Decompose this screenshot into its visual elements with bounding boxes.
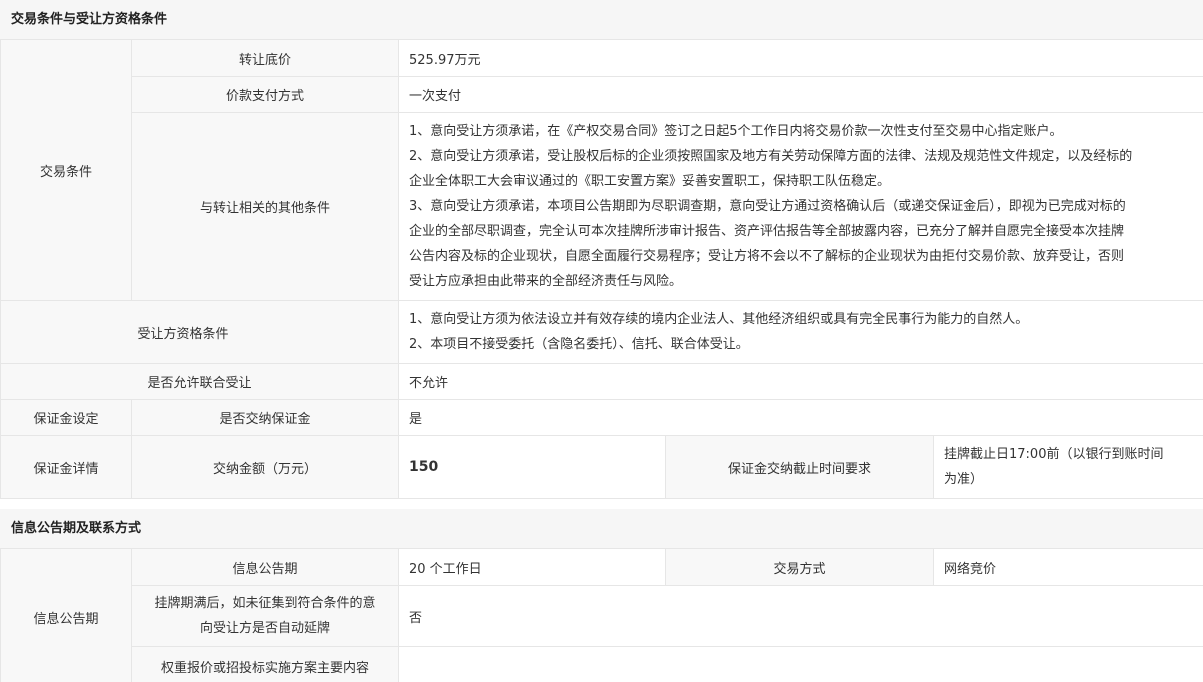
payment-method-label: 价款支付方式 [131,76,399,113]
other-conditions-value: 1、意向受让方须承诺，在《产权交易合同》签订之日起5个工作日内将交易价款一次性支… [397,112,1203,301]
other-conditions-label: 与转让相关的其他条件 [131,112,399,301]
other-conditions-line: 3、意向受让方须承诺，本项目公告期即为尽职调查期，意向受让方通过资格确认后（或递… [409,199,1126,214]
trade-method-label: 交易方式 [665,548,934,586]
section-title-notice: 信息公告期及联系方式 [0,509,1203,548]
other-conditions-line: 企业的全部尽职调查，完全认可本次挂牌所涉审计报告、资产评估报告等全部披露内容，已… [409,224,1125,239]
deposit-deadline-line: 挂牌截止日17:00前（以银行到账时间 [944,447,1164,462]
qualification-label: 受让方资格条件 [0,300,399,364]
other-conditions-line: 企业全体职工大会审议通过的《职工安置方案》妥善安置职工，保持职工队伍稳定。 [409,174,891,189]
notice-period-label: 信息公告期 [131,548,399,586]
trade-method-value: 网络竞价 [933,548,1203,586]
other-conditions-line: 公告内容及标的企业现状，自愿全面履行交易程序；受让方将不会以不了解标的企业现状为… [409,249,1125,264]
joint-transfer-value: 不允许 [397,363,1203,400]
deposit-setting-label: 保证金设定 [0,399,132,436]
qualification-line: 1、意向受让方须为依法设立并有效存续的境内企业法人、其他经济组织或具有完全民事行… [409,312,1029,327]
deposit-amount-value: 150 [398,435,666,499]
joint-transfer-label: 是否允许联合受让 [0,363,399,400]
auto-extend-value: 否 [398,585,1203,647]
auto-extend-label-line: 挂牌期满后，如未征集到符合条件的意 [154,596,376,611]
other-conditions-line: 1、意向受让方须承诺，在《产权交易合同》签订之日起5个工作日内将交易价款一次性支… [409,124,1063,139]
deposit-detail-label: 保证金详情 [0,435,132,499]
payment-method-value: 一次支付 [397,76,1203,113]
other-conditions-line: 受让方应承担由此带来的全部经济责任与风险。 [409,274,683,289]
auto-extend-label-line: 向受让方是否自动延牌 [199,621,330,636]
deposit-deadline-value: 挂牌截止日17:00前（以银行到账时间 为准） [932,435,1203,499]
weighted-plan-value [398,646,1203,682]
trade-conditions-table: 交易条件 转让底价 525.97万元 价款支付方式 一次支付 与转让相关的其他条… [0,39,1203,499]
qualification-line: 2、本项目不接受委托（含隐名委托）、信托、联合体受让。 [409,337,749,352]
notice-period-value: 20 个工作日 [398,548,666,586]
joint-transfer-label-text: 是否允许联合受让 [147,376,252,391]
qualification-value: 1、意向受让方须为依法设立并有效存续的境内企业法人、其他经济组织或具有完全民事行… [397,300,1203,364]
qualification-label-text: 受让方资格条件 [137,326,229,342]
section-title-trade-conditions: 交易条件与受让方资格条件 [0,0,1203,39]
deposit-amount-label: 交纳金额（万元） [131,435,399,499]
deposit-deadline-line: 为准） [944,472,984,487]
transfer-price-value: 525.97万元 [397,39,1203,77]
trade-conditions-group-label: 交易条件 [0,39,132,301]
section-gap [0,499,1203,509]
notice-table: 信息公告期 信息公告期 20 个工作日 交易方式 网络竞价 挂牌期满后，如未征集… [0,548,1203,682]
transfer-price-label: 转让底价 [131,39,399,77]
deposit-required-label: 是否交纳保证金 [131,399,399,436]
weighted-plan-label: 权重报价或招投标实施方案主要内容 [131,646,399,682]
other-conditions-line: 2、意向受让方须承诺，受让股权后标的企业须按照国家及地方有关劳动保障方面的法律、… [409,149,1133,164]
deposit-required-value: 是 [397,399,1203,436]
notice-group-label: 信息公告期 [0,548,132,682]
auto-extend-label: 挂牌期满后，如未征集到符合条件的意 向受让方是否自动延牌 [131,585,399,647]
deposit-deadline-label: 保证金交纳截止时间要求 [665,435,934,499]
